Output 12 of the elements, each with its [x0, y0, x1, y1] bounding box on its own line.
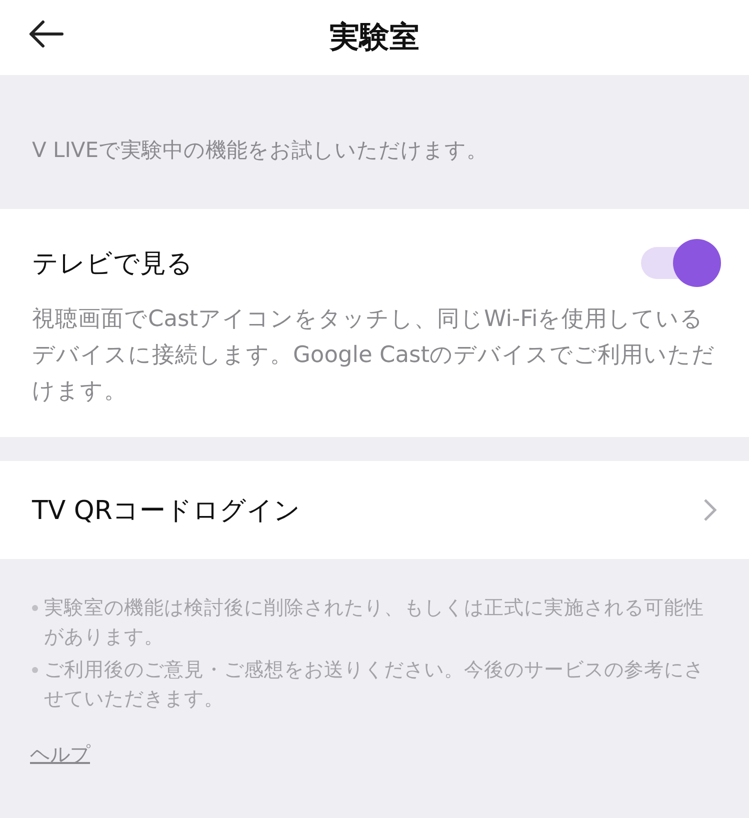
- intro-text: V LIVEで実験中の機能をお試しいただけます。: [32, 138, 488, 162]
- back-arrow-icon: [28, 19, 64, 49]
- page-title: 実験室: [330, 19, 420, 57]
- chevron-right-icon: [703, 498, 717, 522]
- toggle-switch[interactable]: [641, 239, 721, 287]
- setting-description: 視聴画面でCastアイコンをタッチし、同じWi-Fiを使用しているデバイスに接続します。Google Castのデバイスでご利用いただけます。: [32, 305, 717, 406]
- bullet-icon: [32, 667, 38, 673]
- setting-label: テレビで見る: [32, 248, 193, 280]
- note-text: ご利用後のご意見・ご感想をお送りください。今後のサービスの参考にさせていただきます。: [44, 657, 705, 712]
- bullet-icon: [32, 605, 38, 611]
- qr-login-row[interactable]: TV QRコードログイン: [0, 461, 749, 559]
- note-text: 実験室の機能は検討後に削除されたり、もしくは正式に実施される可能性があります。: [44, 595, 705, 650]
